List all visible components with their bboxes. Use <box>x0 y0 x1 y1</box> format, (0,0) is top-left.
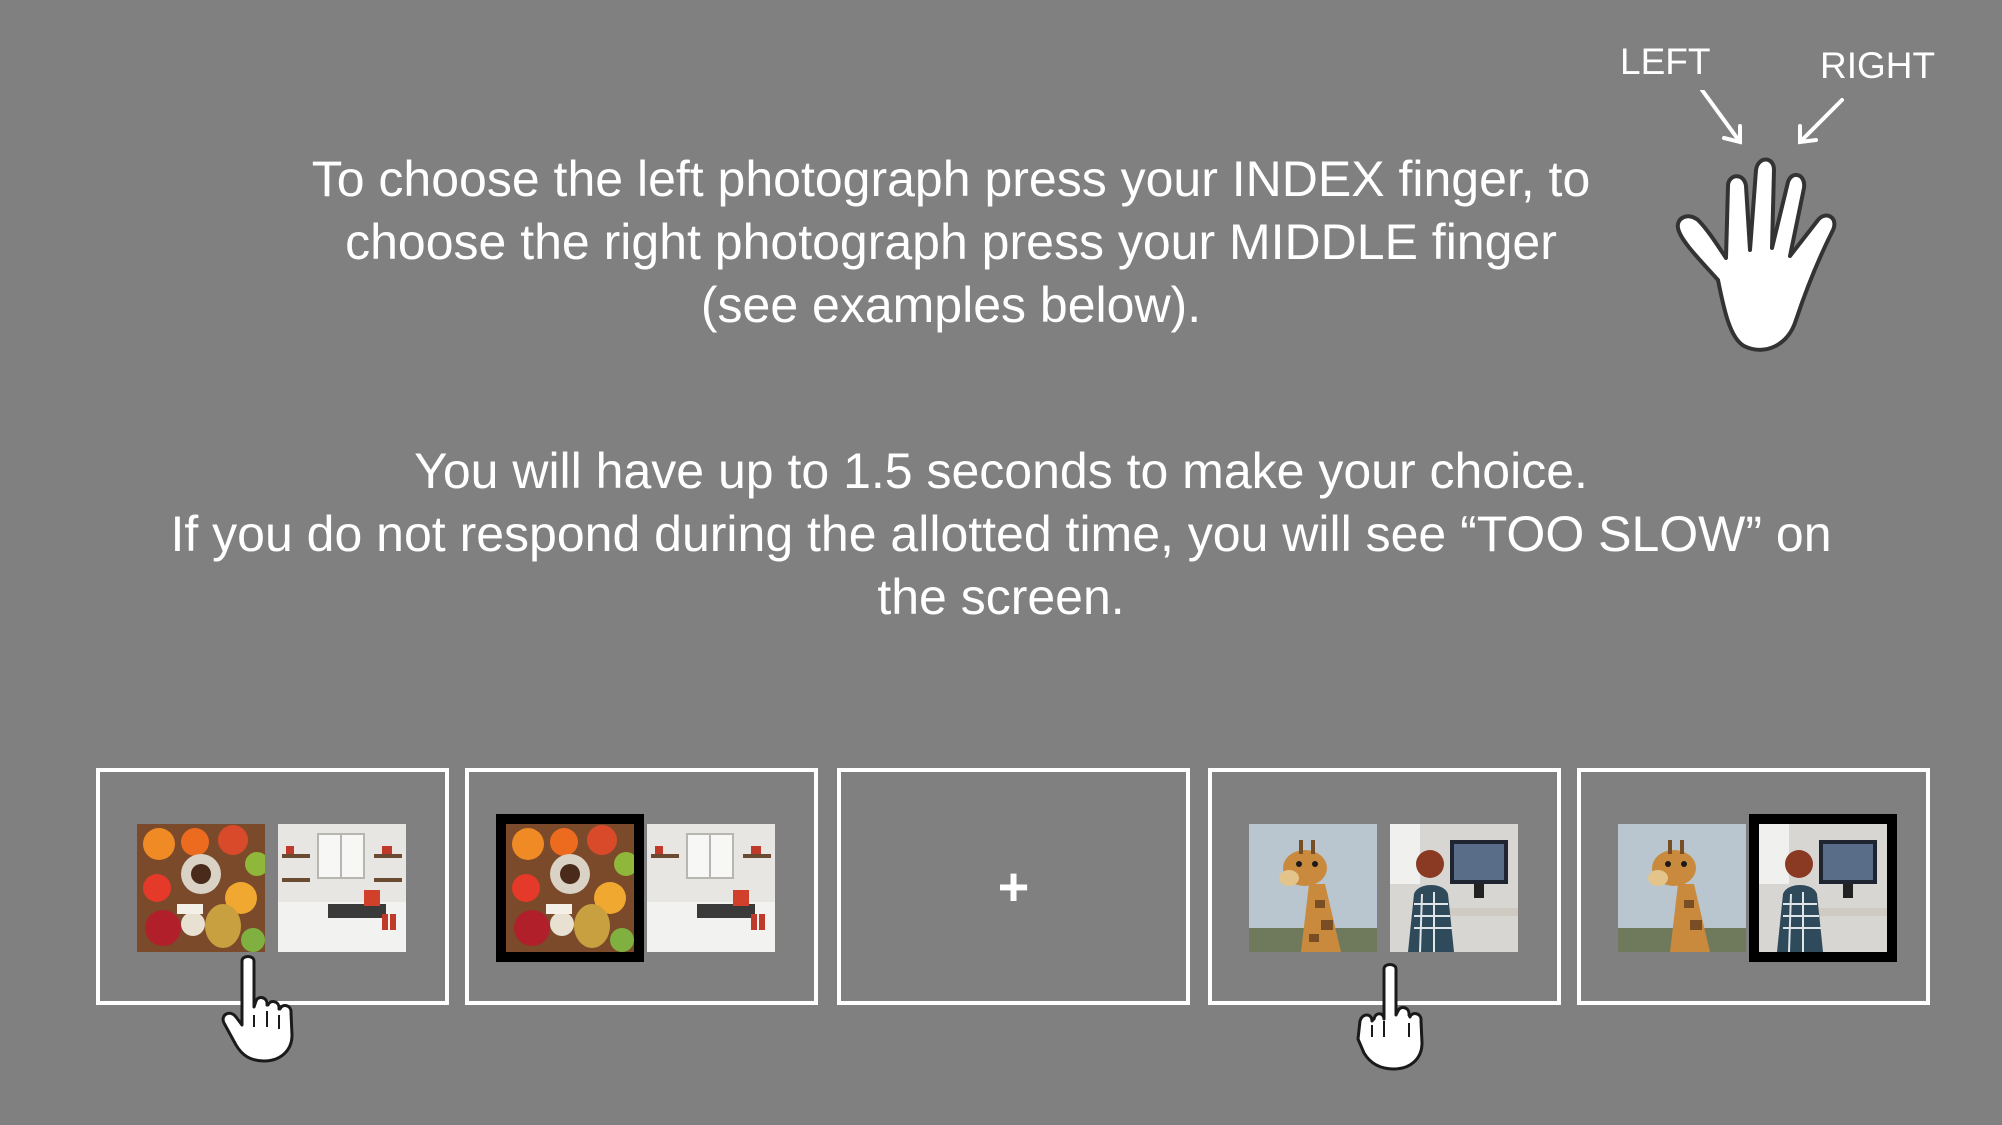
giraffe-photo <box>1618 824 1746 952</box>
index-finger-press-icon <box>220 955 300 1065</box>
kitchen-image <box>647 824 775 952</box>
hand-label-left: LEFT <box>1620 41 1711 82</box>
middle-finger-press-icon <box>1350 963 1430 1073</box>
food-flatlay-image <box>506 824 634 952</box>
fixation-cross: + <box>997 856 1030 917</box>
food-flatlay-photo-selected <box>496 814 644 962</box>
pointing-hand-middle-icon <box>1356 963 1424 1071</box>
hand-label-right: RIGHT <box>1820 45 1936 86</box>
giraffe-image <box>1618 824 1746 952</box>
kitchen-photo <box>278 824 406 952</box>
computer-desk-photo-selected <box>1749 814 1897 962</box>
computer-desk-photo <box>1390 824 1518 952</box>
computer-desk-image <box>1390 824 1518 952</box>
example-panel-left-selected <box>465 768 818 1005</box>
arrow-left-icon <box>1700 88 1742 145</box>
pointing-hand-index-icon <box>221 955 294 1063</box>
instruction-line: You will have up to 1.5 seconds to make … <box>414 443 1588 499</box>
arrow-right-icon <box>1798 98 1844 145</box>
example-panel-right-selected <box>1577 768 1930 1005</box>
giraffe-image <box>1249 824 1377 952</box>
instruction-line: the screen. <box>877 569 1125 625</box>
example-panel-fixation: + <box>837 768 1190 1005</box>
hand-diagram <box>1660 88 1880 375</box>
computer-desk-image <box>1759 824 1887 952</box>
instruction-line: If you do not respond during the allotte… <box>170 506 1832 562</box>
hand-outline-icon <box>1675 88 1844 352</box>
kitchen-image <box>278 824 406 952</box>
kitchen-photo <box>647 824 775 952</box>
giraffe-photo <box>1249 824 1377 952</box>
instruction-paragraph-timing: You will have up to 1.5 seconds to make … <box>0 440 2002 629</box>
food-flatlay-photo <box>137 824 265 952</box>
food-flatlay-image <box>137 824 265 952</box>
